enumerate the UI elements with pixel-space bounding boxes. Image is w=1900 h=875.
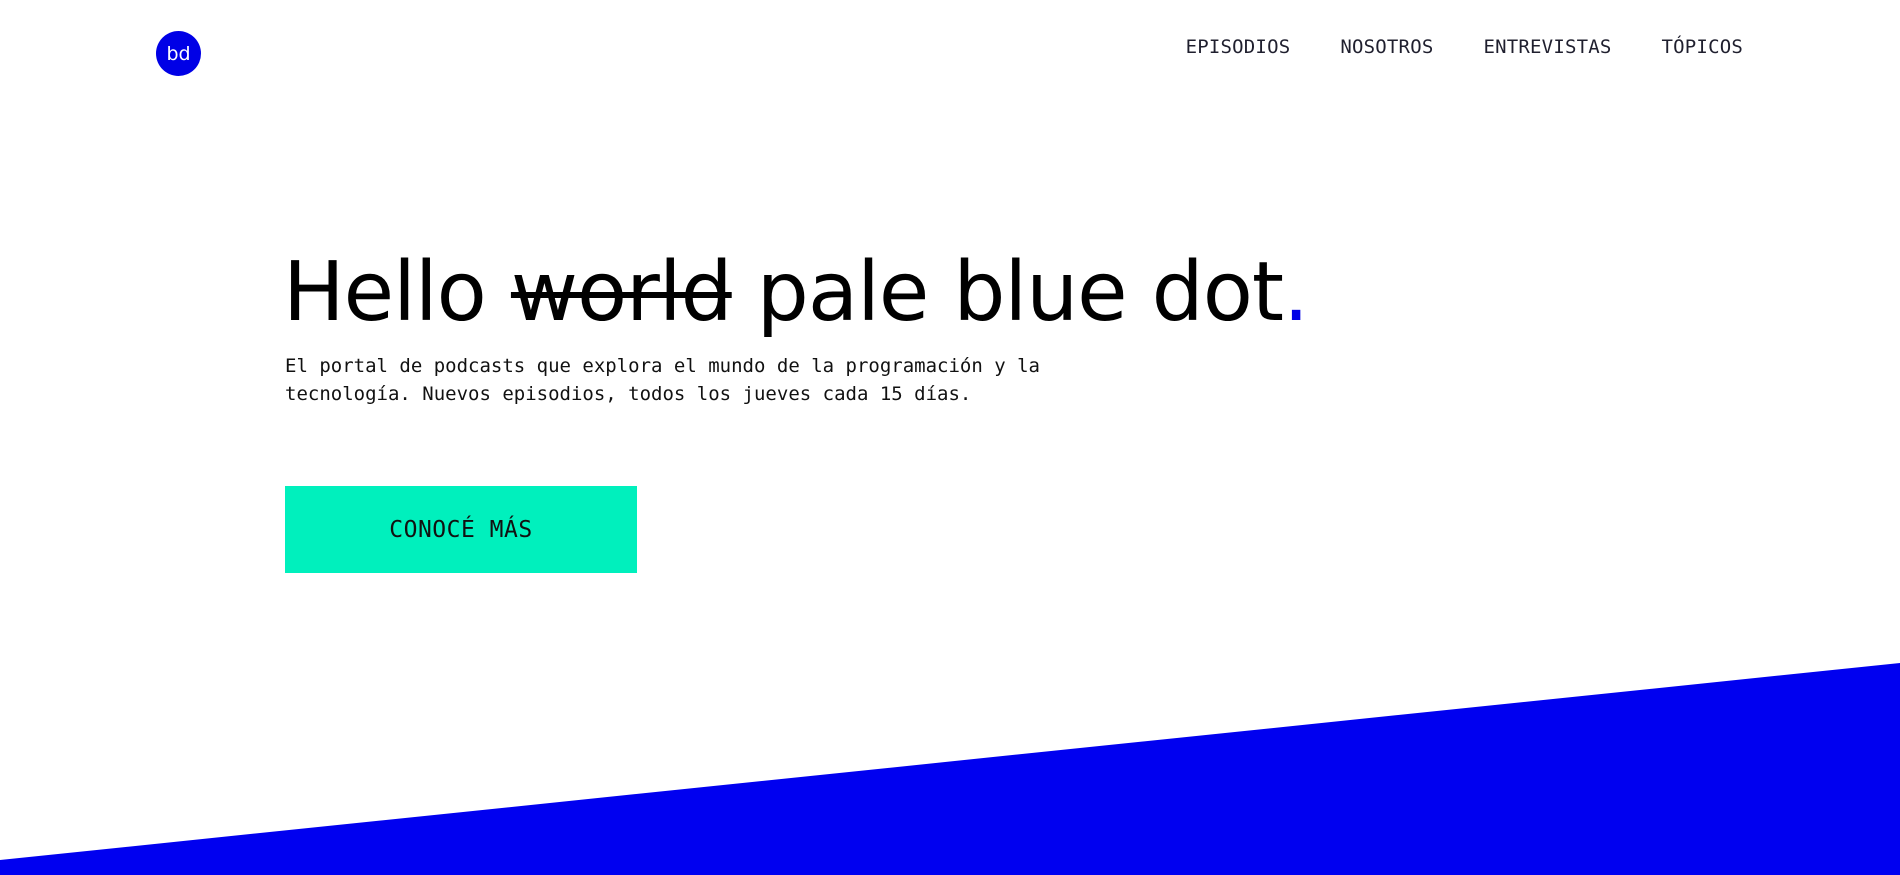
nav-link-topicos[interactable]: TÓPICOS: [1662, 36, 1743, 58]
hero-title-main: pale blue dot: [731, 245, 1284, 340]
landing-page: bd EPISODIOS NOSOTROS ENTREVISTAS TÓPICO…: [0, 0, 1900, 875]
blue-band-shape: [0, 663, 1900, 875]
blue-diagonal-band: [0, 663, 1900, 875]
logo-text: bd: [166, 42, 191, 65]
nav-link-nosotros[interactable]: NOSOTROS: [1340, 36, 1433, 58]
main-nav: EPISODIOS NOSOTROS ENTREVISTAS TÓPICOS: [1186, 36, 1743, 58]
nav-link-episodios[interactable]: EPISODIOS: [1186, 36, 1291, 58]
nav-link-entrevistas[interactable]: ENTREVISTAS: [1483, 36, 1611, 58]
hero-subtitle: El portal de podcasts que explora el mun…: [285, 355, 1040, 405]
hero-title: Hello world pale blue dot.: [283, 252, 1309, 334]
cta-button[interactable]: CONOCÉ MÁS: [285, 486, 637, 573]
logo-link[interactable]: bd: [156, 31, 201, 76]
hero-title-strikethrough: world: [510, 245, 733, 340]
hero-title-hello: Hello: [283, 245, 511, 340]
hero-title-dot: .: [1283, 245, 1309, 340]
